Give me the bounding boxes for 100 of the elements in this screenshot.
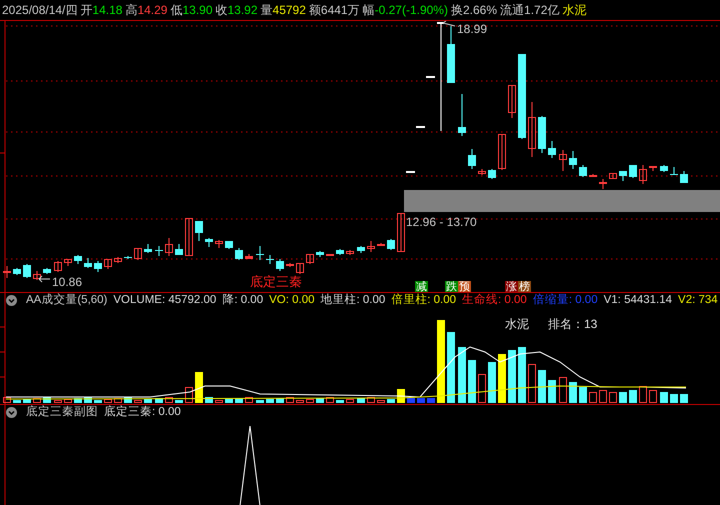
indicator-value: VOLUME: 45792.00 [113,293,216,308]
volume-bar [639,386,647,403]
indicator-value: 降: 0.00 [222,293,264,308]
rank-label: 排名：13 [548,318,598,330]
candlestick [23,264,31,278]
indicator-value: 倍缩量: 0.00 [532,293,598,308]
candlestick [114,256,122,264]
candlestick [498,134,506,170]
indicator-value: 生命线: 0.00 [462,293,527,308]
volume-bar [54,400,62,403]
quote-field: 流通1.72亿 [500,0,560,20]
candlestick [185,218,193,256]
volume-bar [498,354,506,403]
candlestick [508,84,516,118]
candlestick [256,246,264,260]
candlestick [538,116,546,154]
quote-field: 额6441万 [308,0,360,20]
candlestick [416,126,425,128]
volume-bar [256,400,264,403]
low-price-label: 10.86 [52,276,82,288]
volume-bar [670,394,678,403]
candlestick [215,240,223,248]
candlestick [478,168,486,176]
candlestick [84,258,92,268]
candlestick [94,260,102,272]
volume-bar [518,347,526,403]
volume-bar [336,400,344,403]
candlestick [245,254,253,260]
volume-bar [114,398,122,403]
volume-bar [74,398,82,403]
volume-bar [377,400,385,403]
candlestick [367,240,375,252]
candlestick [406,171,415,173]
candlestick [468,148,476,170]
candlestick [326,254,334,256]
pointer-arrow-icon [442,21,456,26]
signal-label: 底定三秦 [250,275,302,288]
volume-bar [417,398,425,403]
volume-bar [508,350,516,403]
candlestick [286,262,294,268]
volume-bar [357,398,365,403]
candlestick [458,94,466,136]
volume-bar [235,398,243,403]
collapse-icon[interactable] [6,295,17,306]
signal-marker: 减 [415,280,428,292]
candlestick [488,168,496,180]
candlestick [569,150,577,170]
volume-bar [175,400,183,403]
volume-bar [94,400,102,403]
indicator-value: VO: 0.00 [269,293,314,308]
volume-bar [488,362,496,403]
candlestick [548,140,556,158]
volume-bar [407,398,415,403]
quote-field: 换2.66% [450,0,498,20]
collapse-icon[interactable] [6,407,17,418]
candlestick [195,220,203,242]
candlestick [43,268,51,274]
volume-bar [185,387,193,403]
candlestick [387,238,395,250]
pointer-arrow-icon [38,276,50,282]
candlestick [104,258,112,270]
volume-bar [609,392,617,403]
volume-bar [619,392,627,403]
volume-bar [245,397,253,403]
candlestick [447,26,455,84]
candlestick [205,238,213,248]
volume-bar [447,332,455,403]
volume-bar [3,397,11,403]
volume-bar [144,399,152,403]
candlestick [33,270,41,280]
quote-field: 高14.29 [125,0,168,20]
candlestick [528,102,536,158]
candlestick [175,244,183,256]
sector-label: 水泥 [505,318,529,330]
candlestick [124,256,132,260]
volume-bar [458,347,466,403]
panel-title: 底定三秦副图 [26,405,98,420]
volume-bar [155,398,163,403]
candlestick [134,248,142,260]
volume-bar [468,360,476,403]
volume-bar [528,364,536,403]
candlestick [306,254,314,264]
volume-bar [225,399,233,403]
candlestick [316,250,324,258]
candlestick [619,170,627,182]
volume-bar [104,399,112,403]
candlestick [346,250,354,256]
volume-bar [134,400,142,403]
volume-bar [296,400,304,403]
candlestick [660,164,668,172]
candlestick [397,212,405,252]
volume-bar [589,392,597,403]
indicator-value: V2: 734 [678,293,718,308]
candlestick [155,246,163,256]
candlestick [144,244,152,254]
volume-bar [306,399,314,403]
volume-bar [326,397,334,403]
candlestick [579,164,587,178]
high-price-label: 18.99 [457,23,488,35]
volume-bar [629,390,637,403]
